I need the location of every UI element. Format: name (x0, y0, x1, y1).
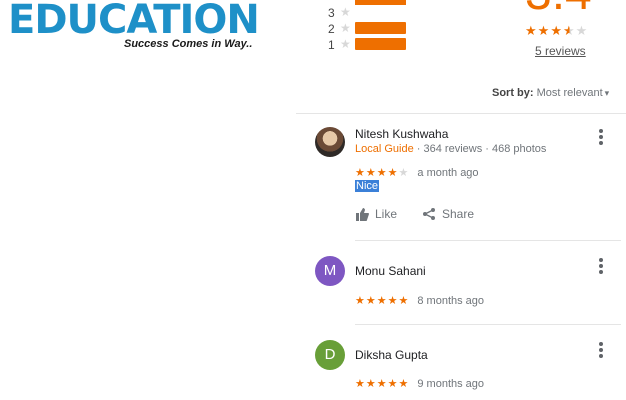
star-icon: ★★★★★ (355, 378, 410, 390)
thumbs-up-icon (356, 207, 369, 221)
reviewer-name[interactable]: Diksha Gupta (355, 348, 428, 362)
reviewer-name[interactable]: Monu Sahani (355, 264, 426, 278)
education-logo: EDUCATION Success Comes in Way.. (8, 0, 260, 56)
more-options-icon[interactable] (599, 129, 605, 145)
avatar[interactable]: M (315, 256, 345, 286)
histogram-bar (355, 22, 406, 34)
star-icon: ★ (340, 21, 351, 35)
like-button[interactable]: Like (355, 207, 397, 221)
reviews-count-link[interactable]: 5 reviews (535, 44, 586, 58)
sort-value: Most relevant (536, 87, 603, 99)
star-icon: ★ (340, 37, 351, 51)
review-stars: ★★★★★ 8 months ago (355, 294, 484, 307)
divider (296, 113, 626, 114)
review-time: 9 months ago (417, 378, 485, 390)
star-icon: ★ (550, 23, 563, 38)
star-icon: ★ (340, 5, 351, 19)
review-item: Nitesh Kushwaha Local Guide · 364 review… (315, 127, 620, 227)
review-item: M Monu Sahani ★★★★★ 8 months ago (315, 256, 620, 316)
star-icon: ★ (525, 23, 538, 38)
star-icon: ★★★★★ (355, 295, 410, 307)
histogram-label: 1 (328, 38, 335, 52)
star-icon: ★★★★ (355, 167, 399, 179)
avatar[interactable] (315, 127, 345, 157)
review-time: 8 months ago (417, 295, 485, 307)
chevron-down-icon: ▾ (604, 88, 610, 98)
reviewer-meta: Local Guide · 364 reviews · 468 photos (355, 143, 546, 155)
histogram-label: 2 (328, 22, 335, 36)
logo-wordmark: EDUCATION (8, 0, 260, 43)
reviewer-name[interactable]: Nitesh Kushwaha (355, 127, 448, 141)
reviewer-stats: · 364 reviews · 468 photos (416, 143, 547, 155)
histogram-bar (355, 38, 406, 50)
divider (355, 240, 621, 241)
histogram-row-1: 1 ★ (328, 37, 418, 54)
star-empty-icon: ★ (398, 167, 410, 179)
review-time: a month ago (417, 167, 479, 179)
logo-tagline: Success Comes in Way.. (124, 38, 253, 50)
review-stars: ★★★★★ 9 months ago (355, 377, 484, 390)
histogram-row-3: 3 ★ (328, 5, 418, 22)
summary-stars: ★★★★★ (525, 23, 588, 39)
more-options-icon[interactable] (599, 342, 605, 358)
divider (355, 324, 621, 325)
review-item: D Diksha Gupta ★★★★★ 9 months ago (315, 340, 620, 400)
star-empty-icon: ★ (575, 23, 589, 38)
share-button[interactable]: Share (422, 207, 474, 221)
half-star-icon: ★ (562, 23, 576, 38)
histogram-label: 3 (328, 6, 335, 20)
local-guide-badge: Local Guide (355, 143, 414, 155)
sort-dropdown[interactable]: Sort by: Most relevant ▾ (492, 87, 609, 99)
histogram-row-2: 2 ★ (328, 21, 418, 38)
star-icon: ★ (537, 23, 551, 38)
review-text: Nice (355, 180, 380, 192)
share-label: Share (442, 207, 475, 221)
share-icon (423, 208, 435, 220)
sort-label: Sort by: (492, 87, 534, 99)
average-rating: 3.4 (525, 0, 592, 18)
review-stars: ★★★★★ a month ago (355, 166, 479, 179)
like-label: Like (375, 207, 398, 221)
histogram-bar-top (355, 0, 406, 5)
more-options-icon[interactable] (599, 258, 605, 274)
avatar[interactable]: D (315, 340, 345, 370)
